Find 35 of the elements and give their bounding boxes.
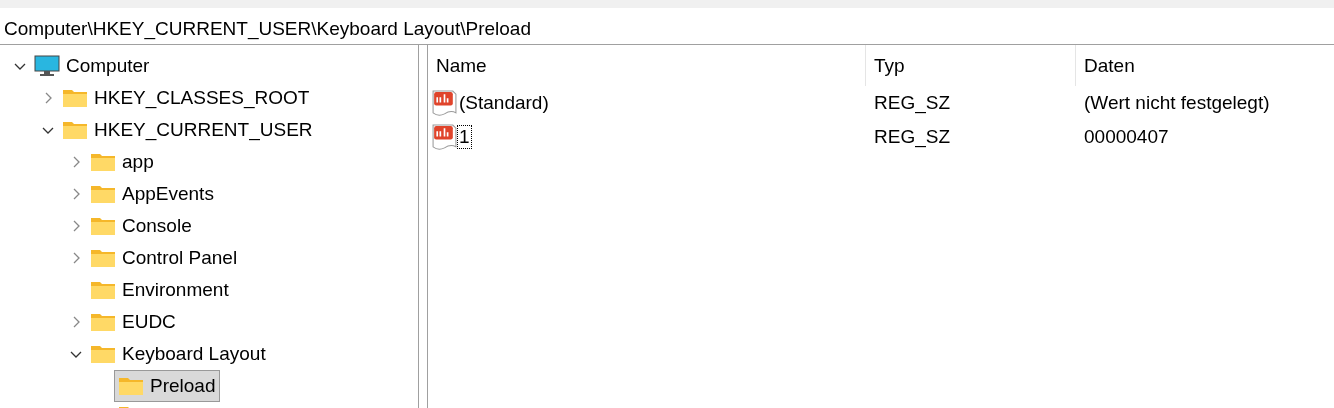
tree-item[interactable]: HKEY_CURRENT_USER bbox=[58, 114, 317, 146]
value-type: REG_SZ bbox=[873, 92, 952, 114]
folder-icon bbox=[90, 311, 116, 333]
tree-item[interactable]: EUDC bbox=[86, 306, 180, 338]
tree-item[interactable]: AppEvents bbox=[86, 178, 218, 210]
folder-icon bbox=[90, 279, 116, 301]
value-name[interactable]: (Standard) bbox=[457, 91, 551, 115]
folder-icon bbox=[90, 151, 116, 173]
folder-icon bbox=[118, 375, 144, 397]
folder-icon bbox=[62, 119, 88, 141]
tree-item[interactable]: Preload bbox=[114, 370, 220, 402]
folder-icon bbox=[62, 87, 88, 109]
tree-item[interactable]: Control Panel bbox=[86, 242, 242, 274]
tree-item[interactable]: Keyboard Layout bbox=[86, 338, 270, 370]
tree-item[interactable]: HKEY_CLASSES_ROOT bbox=[58, 82, 314, 114]
tree-item[interactable]: Environment bbox=[86, 274, 233, 306]
value-data: (Wert nicht festgelegt) bbox=[1083, 92, 1271, 114]
column-header[interactable]: Typ bbox=[866, 45, 1076, 86]
folder-icon bbox=[90, 343, 116, 365]
value-type: REG_SZ bbox=[873, 126, 952, 148]
column-header[interactable]: Name bbox=[428, 45, 866, 86]
string-value-icon bbox=[432, 89, 457, 117]
address-bar[interactable]: Computer\HKEY_CURRENT_USER\Keyboard Layout\Preload bbox=[0, 14, 1334, 45]
tree-item[interactable]: Computer bbox=[30, 50, 154, 82]
string-value-icon bbox=[432, 123, 457, 151]
folder-icon bbox=[90, 215, 116, 237]
monitor-icon bbox=[34, 55, 60, 77]
tree-item[interactable]: Console bbox=[86, 210, 196, 242]
column-header[interactable]: Daten bbox=[1076, 45, 1334, 86]
tree-item[interactable]: app bbox=[86, 146, 158, 178]
value-data: 00000407 bbox=[1083, 126, 1170, 148]
pane-splitter[interactable] bbox=[418, 45, 428, 408]
folder-icon bbox=[90, 247, 116, 269]
value-name[interactable]: 1 bbox=[457, 125, 472, 149]
folder-icon bbox=[90, 183, 116, 205]
